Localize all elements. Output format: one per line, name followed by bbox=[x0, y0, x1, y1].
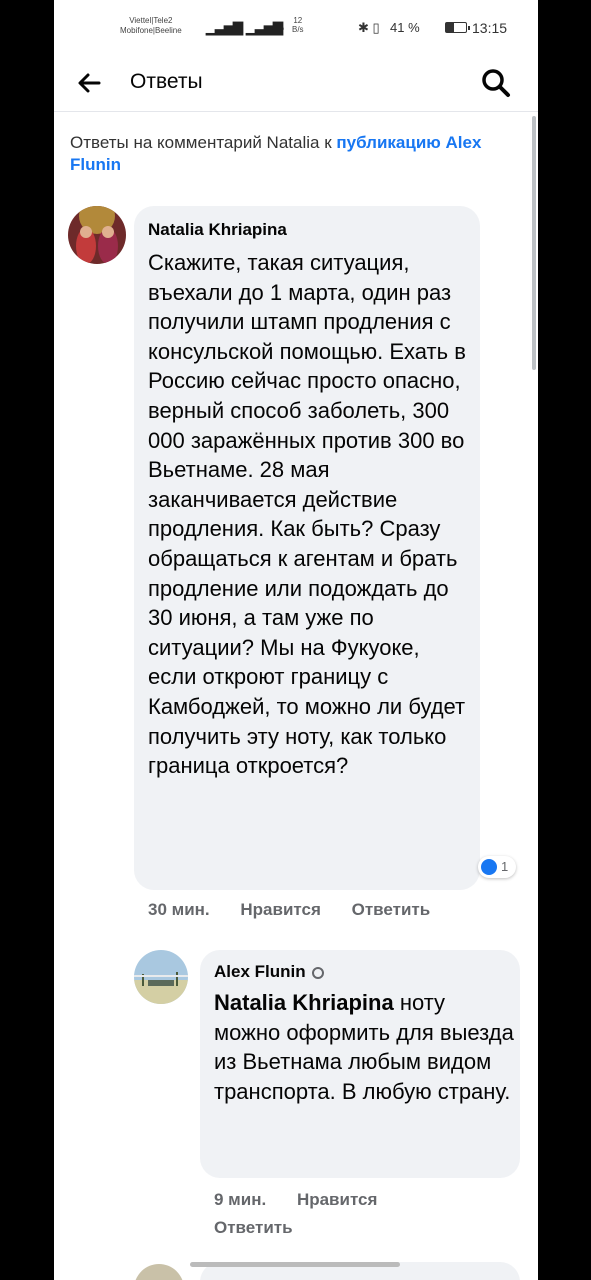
reaction-count[interactable]: 1 bbox=[478, 856, 516, 878]
status-bar: Viettel|Tele2 Mobifone|Beeline ▁▃▅▇ ▁▃▅▇… bbox=[54, 0, 538, 54]
avatar[interactable] bbox=[68, 206, 126, 264]
wifi-icon: ◠ bbox=[272, 20, 284, 36]
carrier-line2: Mobifone|Beeline bbox=[120, 26, 182, 35]
search-icon[interactable] bbox=[480, 67, 512, 99]
reply-reply-button[interactable]: Ответить bbox=[214, 1218, 293, 1237]
comment-bubble: Natalia Khriapina Скажите, такая ситуаци… bbox=[134, 206, 480, 890]
bluetooth-icon: ✱ ▯ bbox=[358, 20, 380, 35]
scrollbar[interactable] bbox=[532, 116, 536, 370]
page-title: Ответы bbox=[130, 70, 203, 93]
screen: Viettel|Tele2 Mobifone|Beeline ▁▃▅▇ ▁▃▅▇… bbox=[54, 0, 538, 1280]
signal-icon: ▁▃▅▇ bbox=[206, 20, 243, 35]
network-speed-value: 12 bbox=[293, 16, 303, 25]
comment-time: 30 мин. bbox=[148, 900, 210, 919]
context-text: Ответы на комментарий Natalia к bbox=[70, 133, 337, 152]
home-indicator[interactable] bbox=[190, 1262, 400, 1267]
network-speed-unit: B/s bbox=[292, 25, 304, 34]
like-reaction-icon bbox=[481, 859, 497, 875]
reply-author-line: Alex Flunin bbox=[214, 962, 324, 982]
reaction-count-value: 1 bbox=[501, 859, 509, 874]
reply-text: Natalia Khriapina ноту можно оформить дл… bbox=[214, 988, 514, 1106]
clock: 13:15 bbox=[472, 20, 508, 36]
comment-text: Скажите, такая ситуация, въехали до 1 ма… bbox=[148, 250, 466, 779]
carrier-names: Viettel|Tele2 Mobifone|Beeline bbox=[120, 16, 182, 36]
comment-actions: 30 мин. Нравится Ответить bbox=[148, 900, 456, 920]
reply-actions: 9 мин. Нравится Ответить bbox=[214, 1186, 464, 1242]
carrier-line1: Viettel|Tele2 bbox=[129, 16, 173, 25]
reply-time: 9 мин. bbox=[214, 1190, 267, 1209]
battery-icon bbox=[445, 22, 470, 33]
reply-bubble: Alex Flunin Natalia Khriapina ноту можно… bbox=[200, 950, 520, 1178]
app-bar: Ответы bbox=[54, 54, 538, 112]
reply-like-button[interactable]: Нравится bbox=[297, 1190, 378, 1209]
top-fan-badge-icon bbox=[311, 966, 324, 979]
comment-author[interactable]: Natalia Khriapina bbox=[148, 220, 287, 240]
battery-percent: 41 % bbox=[390, 20, 420, 35]
mention-link[interactable]: Natalia Khriapina bbox=[214, 990, 394, 1015]
reply-avatar[interactable] bbox=[134, 950, 188, 1004]
like-button[interactable]: Нравится bbox=[240, 900, 321, 919]
next-avatar[interactable] bbox=[134, 1264, 184, 1280]
reply-button[interactable]: Ответить bbox=[352, 900, 431, 919]
reply-context: Ответы на комментарий Natalia к публикац… bbox=[70, 132, 520, 176]
arrow-left-icon[interactable] bbox=[74, 68, 104, 98]
network-speed: 12 B/s bbox=[292, 16, 304, 34]
reply-author[interactable]: Alex Flunin bbox=[214, 962, 306, 981]
